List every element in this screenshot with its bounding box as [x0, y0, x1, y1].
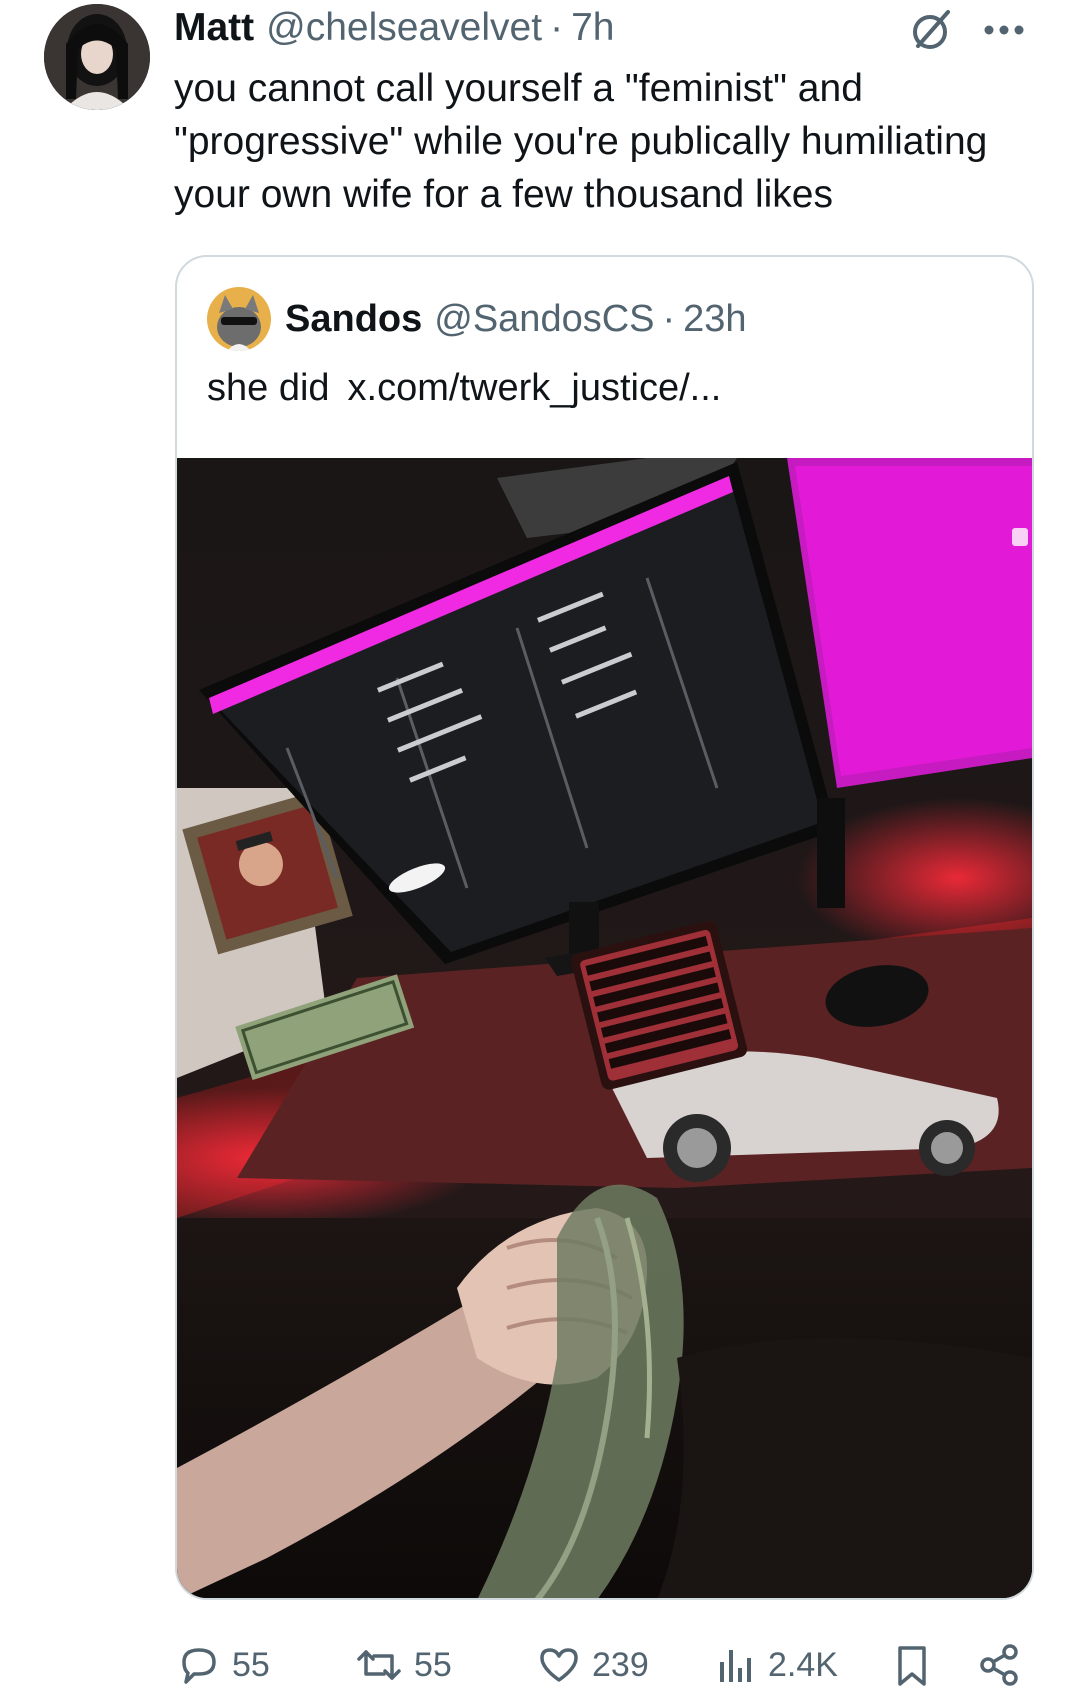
quoted-photo[interactable] [177, 458, 1032, 1598]
separator: · [550, 6, 564, 49]
like-count: 239 [592, 1645, 649, 1684]
more-icon[interactable] [982, 14, 1026, 46]
quoted-text: she did x.com/twerk_justice/... [207, 363, 721, 413]
repost-button[interactable]: 55 [354, 1640, 452, 1690]
like-button[interactable]: 239 [536, 1640, 649, 1690]
quoted-author-handle[interactable]: @SandosCS [434, 298, 654, 341]
heart-icon [540, 1648, 578, 1682]
quoted-author-name[interactable]: Sandos [285, 298, 422, 341]
share-icon [980, 1644, 1018, 1686]
quoted-link[interactable]: x.com/twerk_justice/... [348, 367, 722, 409]
quoted-tweet[interactable]: Sandos @SandosCS · 23h she did x.com/twer… [175, 255, 1034, 1600]
tweet-text: you cannot call yourself a "feminist" an… [174, 67, 988, 216]
quoted-header: Sandos @SandosCS · 23h [285, 293, 747, 345]
tweet-time[interactable]: 7h [571, 6, 614, 50]
action-bar: 55 55 239 2.4K [0, 1640, 1080, 1690]
quoted-author-avatar[interactable] [207, 287, 271, 351]
bookmark-icon [898, 1646, 926, 1686]
reply-count: 55 [232, 1645, 270, 1684]
author-avatar[interactable] [44, 4, 150, 110]
views-button[interactable]: 2.4K [716, 1640, 838, 1690]
quoted-text-body: she did [207, 367, 330, 409]
quoted-time[interactable]: 23h [683, 298, 746, 341]
views-count: 2.4K [768, 1645, 838, 1684]
repost-count: 55 [414, 1645, 452, 1684]
share-button[interactable] [976, 1640, 1022, 1690]
bookmark-button[interactable] [892, 1640, 932, 1690]
reply-icon [182, 1648, 216, 1684]
tweet-header: Matt @chelseavelvet · 7h [174, 4, 614, 52]
author-name[interactable]: Matt [174, 6, 254, 50]
views-icon [720, 1650, 751, 1682]
quoted-separator: · [662, 297, 676, 340]
reply-button[interactable]: 55 [176, 1640, 270, 1690]
grok-icon[interactable] [908, 6, 956, 54]
repost-icon [357, 1650, 401, 1680]
author-handle[interactable]: @chelseavelvet [266, 6, 542, 50]
